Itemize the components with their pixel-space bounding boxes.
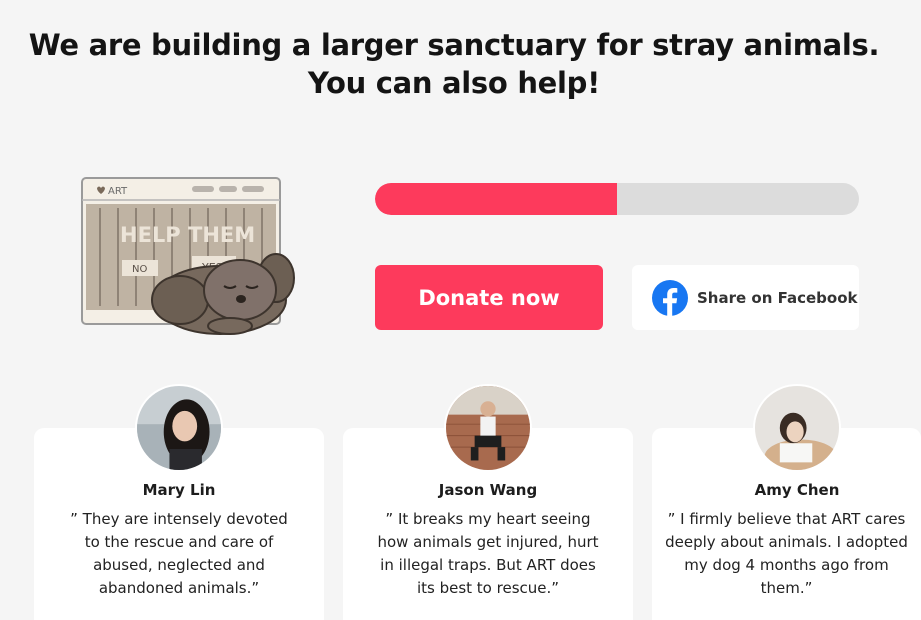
help-them-illustration: ART HELP THEM NO YES [80, 160, 300, 340]
testimonial-quote: ” I firmly believe that ART cares deeply… [665, 510, 908, 597]
testimonial-name: Amy Chen [754, 481, 840, 499]
page-headline: We are building a larger sanctuary for s… [0, 26, 908, 102]
headline-line-1: We are building a larger sanctuary for s… [28, 28, 880, 62]
avatar-jason-wang [444, 384, 532, 472]
testimonial-name: Jason Wang [438, 481, 538, 499]
testimonial-quote: ” They are intensely devoted to the resc… [70, 510, 288, 597]
avatar-amy-chen [753, 384, 841, 472]
svg-text:NO: NO [132, 264, 147, 275]
avatar-mary-lin [135, 384, 223, 472]
share-facebook-label: Share on Facebook [697, 288, 858, 307]
testimonial-name: Mary Lin [142, 481, 216, 499]
testimonial-quote: ” It breaks my heart seeing how animals … [377, 510, 599, 597]
donate-button[interactable]: Donate now [375, 265, 603, 330]
help-them-text: HELP THEM [120, 223, 255, 247]
headline-line-2: You can also help! [307, 66, 601, 100]
fundraising-progress-bar [375, 183, 859, 215]
progress-fill [375, 183, 617, 215]
window-title: ART [108, 186, 128, 197]
facebook-icon [652, 279, 688, 316]
share-facebook-button[interactable]: Share on Facebook [632, 265, 859, 330]
